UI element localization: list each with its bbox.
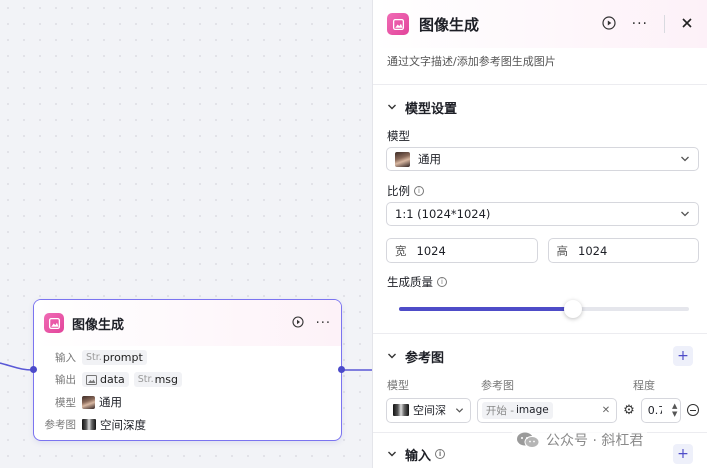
clear-icon[interactable]: ✕ bbox=[602, 405, 610, 416]
ratio-select[interactable]: 1:1 (1024*1024) bbox=[386, 202, 699, 226]
slider-fill bbox=[399, 307, 573, 311]
input-tag: Str. prompt bbox=[82, 349, 147, 365]
panel-title: 图像生成 bbox=[419, 15, 480, 34]
model-avatar bbox=[395, 151, 410, 167]
panel-header: 图像生成 ··· bbox=[373, 0, 707, 48]
chevron-down-icon bbox=[388, 451, 396, 457]
panel-description: 通过文字描述/添加参考图生成图片 bbox=[387, 55, 556, 68]
settings-icon[interactable]: ⚙ bbox=[623, 403, 635, 418]
chevron-down-icon bbox=[681, 156, 689, 162]
depth-thumbnail bbox=[393, 404, 409, 416]
image-icon bbox=[86, 374, 97, 385]
image-generation-icon bbox=[387, 13, 409, 35]
model-label: 模型 bbox=[387, 129, 410, 143]
model-settings-section[interactable]: 模型设置 bbox=[373, 89, 707, 125]
incoming-edge bbox=[0, 362, 34, 371]
node-row-reference: 参考图 空间深度 bbox=[44, 417, 147, 432]
output-tag-data: data bbox=[82, 372, 129, 388]
output-tag-msg: Str. msg bbox=[133, 372, 183, 388]
image-generation-icon bbox=[44, 313, 64, 333]
degree-input[interactable]: 0.7 ▲▼ bbox=[640, 397, 682, 423]
quality-label-row: 生成质量 i bbox=[373, 271, 707, 293]
model-select[interactable]: 通用 bbox=[386, 147, 699, 171]
quality-slider[interactable] bbox=[399, 297, 689, 321]
model-avatar bbox=[82, 395, 95, 409]
reference-row: 空间深 开始 - image ✕ ⚙ 0.7 ▲▼ bbox=[373, 396, 707, 424]
node-row-output: 输出 data Str. msg bbox=[44, 369, 331, 392]
reference-image-input[interactable]: 开始 - image ✕ bbox=[476, 397, 618, 423]
stepper-icon[interactable]: ▲ ▼ bbox=[672, 402, 677, 418]
node-row-input: 输入 Str. prompt bbox=[44, 346, 331, 369]
wechat-icon bbox=[517, 432, 540, 448]
slider-thumb[interactable] bbox=[564, 300, 582, 318]
add-reference-button[interactable]: + bbox=[673, 346, 693, 366]
chevron-down-icon bbox=[388, 104, 396, 110]
node-config-panel: 图像生成 ··· 通过文字描述/添加参考图生成图片 模型设置 模型 通用 比例 … bbox=[372, 0, 707, 468]
add-input-button[interactable]: + bbox=[673, 444, 693, 464]
chevron-down-icon bbox=[388, 353, 396, 359]
header-divider bbox=[664, 15, 665, 33]
close-icon[interactable] bbox=[681, 17, 693, 32]
image-generation-node[interactable]: 图像生成 ··· 输入 Str.prompt 输出 data Str.msg bbox=[33, 299, 342, 441]
more-icon[interactable]: ··· bbox=[316, 316, 331, 331]
workflow-canvas[interactable]: 图像生成 ··· 输入 Str.prompt 输出 data Str.msg bbox=[0, 0, 372, 468]
node-title: 图像生成 bbox=[72, 317, 125, 333]
info-icon[interactable]: i bbox=[435, 449, 446, 459]
node-output-port[interactable] bbox=[338, 366, 345, 373]
reference-variable-chip: 开始 - image bbox=[481, 401, 553, 419]
width-input[interactable]: 宽 1024 bbox=[386, 238, 538, 263]
remove-reference-icon[interactable] bbox=[687, 404, 699, 416]
reference-model-select[interactable]: 空间深 bbox=[386, 397, 471, 423]
reference-section[interactable]: 参考图 + bbox=[373, 338, 707, 374]
chevron-down-icon bbox=[455, 407, 463, 413]
info-icon[interactable]: i bbox=[437, 277, 447, 287]
chevron-down-icon bbox=[681, 211, 689, 217]
ratio-label-row: 比例 i bbox=[373, 180, 707, 202]
reference-columns: 模型 参考图 程度 bbox=[387, 379, 655, 392]
height-input[interactable]: 高 1024 bbox=[547, 238, 699, 263]
more-icon[interactable]: ··· bbox=[632, 16, 648, 32]
run-icon[interactable] bbox=[292, 315, 304, 331]
run-icon[interactable] bbox=[602, 15, 616, 33]
depth-thumbnail bbox=[82, 419, 96, 431]
node-input-port[interactable] bbox=[30, 366, 37, 373]
node-row-model: 模型 通用 bbox=[55, 395, 122, 410]
node-header: 图像生成 ··· bbox=[34, 300, 341, 346]
info-icon[interactable]: i bbox=[414, 186, 424, 196]
watermark: 公众号 · 斜杠君 bbox=[512, 428, 648, 452]
